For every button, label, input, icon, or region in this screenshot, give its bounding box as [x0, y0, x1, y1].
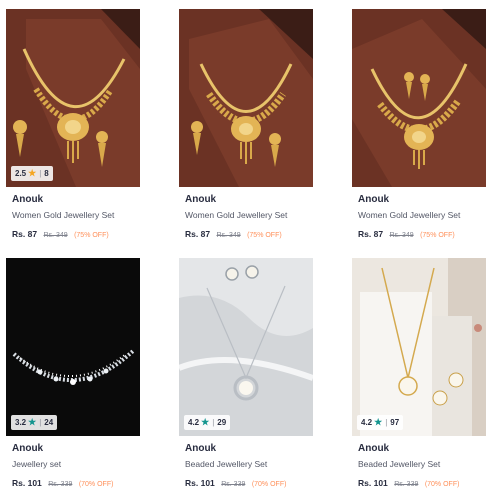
product-price: Rs. 87	[358, 229, 384, 239]
product-brand: Anouk	[12, 194, 44, 205]
rating-count: 24	[44, 418, 54, 427]
product-image[interactable]: 4.2 ★ | 29	[179, 258, 313, 436]
product-mrp: Rs. 349	[389, 232, 414, 239]
product-image[interactable]: 3.2 ★ | 24	[6, 258, 140, 436]
silver-necklace-image	[6, 258, 140, 436]
rating-badge: 2.5 ★ | 8	[11, 166, 53, 181]
product-image[interactable]: 4.2 ★ | 97	[352, 258, 486, 436]
star-icon: ★	[201, 417, 210, 427]
product-name: Women Gold Jewellery Set	[12, 210, 115, 220]
product-info: Anouk Jewellery set Rs. 101 Rs. 339 (70%…	[12, 443, 142, 488]
rating-value: 4.2	[361, 418, 373, 427]
price-row: Rs. 87 Rs. 349 (75% OFF)	[358, 227, 488, 239]
rating-count: 97	[390, 418, 400, 427]
star-icon: ★	[374, 417, 383, 427]
product-discount: (70% OFF)	[251, 481, 287, 488]
product-brand: Anouk	[185, 194, 217, 205]
rating-value: 4.2	[188, 418, 200, 427]
price-row: Rs. 101 Rs. 339 (70% OFF)	[185, 476, 315, 488]
product-image[interactable]	[352, 9, 486, 187]
rating-badge: 4.2 ★ | 97	[357, 415, 404, 430]
price-row: Rs. 87 Rs. 349 (75% OFF)	[12, 227, 142, 239]
product-grid: 2.5 ★ | 8 Anouk Women Gold Jewellery Set…	[0, 0, 500, 497]
product-name: Beaded Jewellery Set	[185, 459, 268, 469]
product-price: Rs. 101	[358, 478, 388, 488]
product-price: Rs. 101	[12, 478, 42, 488]
product-brand: Anouk	[185, 443, 217, 454]
product-discount: (75% OFF)	[247, 232, 282, 239]
product-mrp: Rs. 339	[394, 481, 419, 488]
product-price: Rs. 87	[12, 229, 38, 239]
product-mrp: Rs. 349	[216, 232, 241, 239]
price-row: Rs. 87 Rs. 349 (75% OFF)	[185, 227, 315, 239]
product-name: Women Gold Jewellery Set	[358, 210, 461, 220]
product-discount: (75% OFF)	[420, 232, 455, 239]
rating-count: 29	[217, 418, 227, 427]
product-discount: (75% OFF)	[74, 232, 109, 239]
price-row: Rs. 101 Rs. 339 (70% OFF)	[358, 476, 488, 488]
rating-value: 3.2	[15, 418, 27, 427]
product-discount: (70% OFF)	[78, 481, 114, 488]
product-mrp: Rs. 349	[43, 232, 68, 239]
product-brand: Anouk	[358, 443, 390, 454]
star-icon: ★	[28, 417, 37, 427]
rating-badge: 4.2 ★ | 29	[184, 415, 231, 430]
pearl-pendant-image	[179, 258, 313, 436]
product-info: Anouk Women Gold Jewellery Set Rs. 87 Rs…	[185, 194, 315, 239]
gold-necklace-image	[6, 9, 140, 187]
rating-value: 2.5	[15, 169, 27, 178]
product-name: Women Gold Jewellery Set	[185, 210, 288, 220]
product-image[interactable]	[179, 9, 313, 187]
product-info: Anouk Beaded Jewellery Set Rs. 101 Rs. 3…	[185, 443, 315, 488]
product-brand: Anouk	[12, 443, 44, 454]
gold-necklace-image	[179, 9, 313, 187]
product-price: Rs. 101	[185, 478, 215, 488]
product-name: Beaded Jewellery Set	[358, 459, 441, 469]
product-info: Anouk Beaded Jewellery Set Rs. 101 Rs. 3…	[358, 443, 488, 488]
product-image[interactable]: 2.5 ★ | 8	[6, 9, 140, 187]
product-mrp: Rs. 339	[48, 481, 73, 488]
product-discount: (70% OFF)	[424, 481, 460, 488]
gold-necklace-image	[352, 9, 486, 187]
rating-count: 8	[44, 169, 49, 178]
product-price: Rs. 87	[185, 229, 211, 239]
product-info: Anouk Women Gold Jewellery Set Rs. 87 Rs…	[358, 194, 488, 239]
product-brand: Anouk	[358, 194, 390, 205]
price-row: Rs. 101 Rs. 339 (70% OFF)	[12, 476, 142, 488]
product-name: Jewellery set	[12, 459, 62, 469]
star-icon: ★	[28, 168, 37, 178]
product-mrp: Rs. 339	[221, 481, 246, 488]
rating-badge: 3.2 ★ | 24	[11, 415, 58, 430]
product-info: Anouk Women Gold Jewellery Set Rs. 87 Rs…	[12, 194, 142, 239]
gold-pearl-pendant-image	[352, 258, 486, 436]
